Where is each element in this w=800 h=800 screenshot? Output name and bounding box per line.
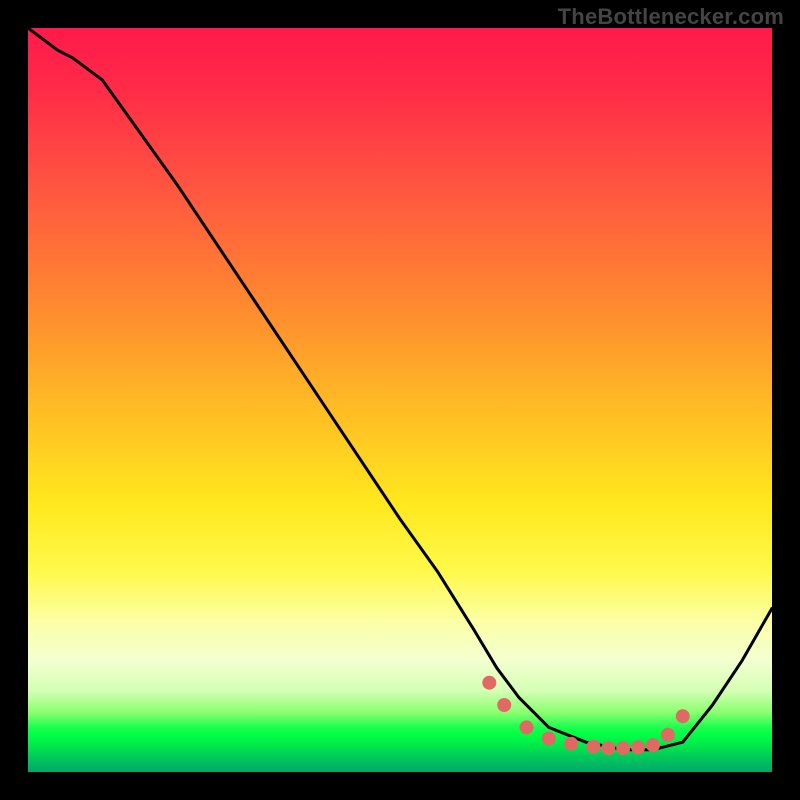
marker-point (542, 732, 556, 746)
marker-point (586, 740, 600, 754)
marker-point (601, 741, 615, 755)
curve-line (28, 28, 772, 750)
marker-point (661, 728, 675, 742)
marker-point (497, 698, 511, 712)
marker-point (676, 709, 690, 723)
marker-point (616, 741, 630, 755)
chart-frame: TheBottleneсker.com (0, 0, 800, 800)
marker-point (482, 676, 496, 690)
chart-svg (28, 28, 772, 772)
marker-point (646, 738, 660, 752)
marker-point (564, 737, 578, 751)
plot-area (28, 28, 772, 772)
marker-point (631, 740, 645, 754)
watermark-text: TheBottleneсker.com (558, 4, 784, 30)
marker-point (520, 720, 534, 734)
